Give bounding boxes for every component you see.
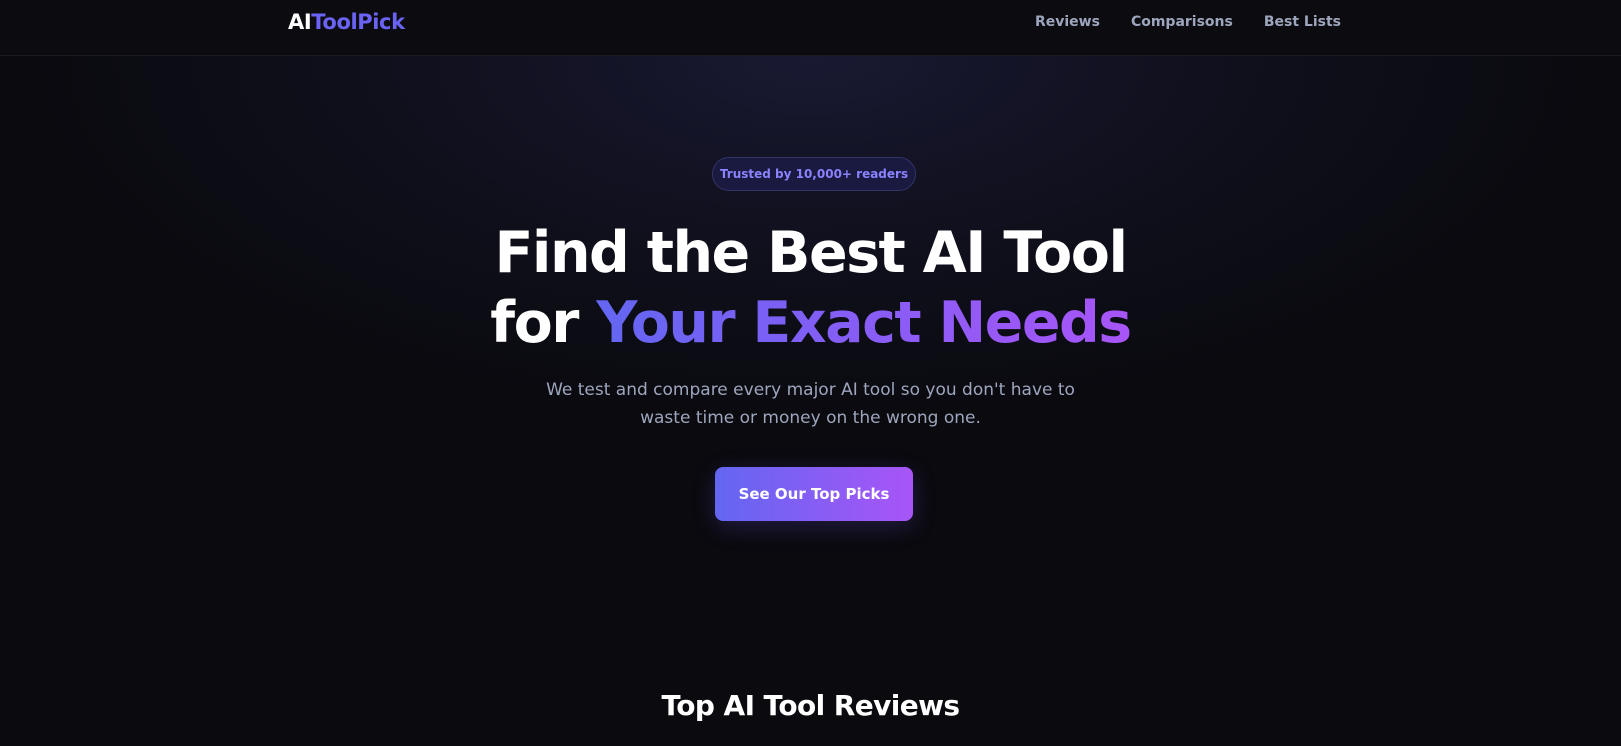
hero-subtitle: We test and compare every major AI tool … xyxy=(0,376,1621,432)
logo-text-ai: AI xyxy=(288,10,312,34)
headline-line-2: for Your Exact Needs xyxy=(0,288,1621,358)
headline-prefix: for xyxy=(490,290,597,356)
nav-link-best-lists[interactable]: Best Lists xyxy=(1264,12,1341,32)
subtitle-line-1: We test and compare every major AI tool … xyxy=(546,380,1075,400)
subtitle-line-2: waste time or money on the wrong one. xyxy=(640,408,981,428)
headline-highlight: Your Exact Needs xyxy=(596,290,1132,356)
reviews-section-title: Top AI Tool Reviews xyxy=(661,689,961,722)
top-navbar: AIToolPick Reviews Comparisons Best List… xyxy=(0,0,1621,56)
headline-line-1: Find the Best AI Tool xyxy=(494,220,1129,286)
trust-badge: Trusted by 10,000+ readers xyxy=(712,157,916,191)
see-top-picks-button[interactable]: See Our Top Picks xyxy=(715,467,913,521)
nav-link-reviews[interactable]: Reviews xyxy=(1035,12,1100,32)
site-logo[interactable]: AIToolPick xyxy=(288,8,405,36)
logo-text-toolpick: ToolPick xyxy=(311,10,405,34)
main-nav: Reviews Comparisons Best Lists xyxy=(1035,12,1341,32)
hero-headline: Find the Best AI Tool for Your Exact Nee… xyxy=(0,218,1621,358)
nav-link-comparisons[interactable]: Comparisons xyxy=(1131,12,1233,32)
